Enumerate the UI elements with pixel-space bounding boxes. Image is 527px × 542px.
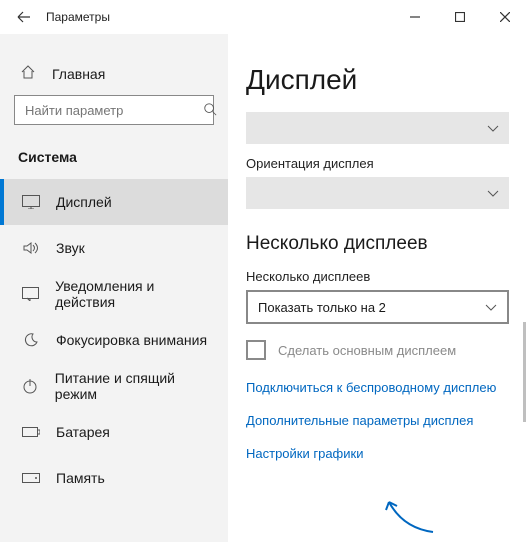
- content-pane: Дисплей Ориентация дисплея Несколько дис…: [228, 34, 527, 542]
- power-icon: [22, 378, 39, 394]
- sidebar: Главная Система Дисплей Звук: [0, 34, 228, 542]
- scrollbar[interactable]: [523, 322, 526, 422]
- chevron-down-icon: [485, 300, 497, 315]
- annotation-arrow: [383, 494, 443, 534]
- search-input[interactable]: [14, 95, 214, 125]
- sidebar-item-label: Звук: [56, 240, 85, 256]
- sidebar-item-power[interactable]: Питание и спящий режим: [0, 363, 228, 409]
- page-heading: Дисплей: [246, 64, 509, 96]
- advanced-display-link[interactable]: Дополнительные параметры дисплея: [246, 413, 509, 428]
- display-icon: [22, 195, 40, 209]
- multi-displays-dropdown[interactable]: Показать только на 2: [246, 290, 509, 324]
- sidebar-item-label: Уведомления и действия: [55, 278, 210, 310]
- make-primary-label: Сделать основным дисплеем: [278, 343, 456, 358]
- battery-icon: [22, 426, 40, 438]
- notifications-icon: [22, 287, 39, 301]
- multi-displays-value: Показать только на 2: [258, 300, 386, 315]
- orientation-dropdown[interactable]: [246, 177, 509, 209]
- multi-displays-heading: Несколько дисплеев: [246, 233, 509, 255]
- window-title: Параметры: [46, 10, 110, 24]
- close-button[interactable]: [482, 2, 527, 32]
- home-icon: [20, 64, 36, 83]
- resolution-dropdown[interactable]: [246, 112, 509, 144]
- category-heading: Система: [0, 141, 228, 179]
- sidebar-item-display[interactable]: Дисплей: [0, 179, 228, 225]
- make-primary-checkbox: Сделать основным дисплеем: [246, 340, 509, 360]
- sidebar-item-label: Память: [56, 470, 105, 486]
- sidebar-item-storage[interactable]: Память: [0, 455, 228, 501]
- chevron-down-icon: [487, 121, 499, 136]
- checkbox-icon: [246, 340, 266, 360]
- sidebar-item-battery[interactable]: Батарея: [0, 409, 228, 455]
- sidebar-item-label: Питание и спящий режим: [55, 370, 210, 402]
- search-field[interactable]: [23, 102, 203, 119]
- wireless-display-link[interactable]: Подключиться к беспроводному дисплею: [246, 380, 509, 395]
- home-link[interactable]: Главная: [0, 58, 228, 95]
- home-label: Главная: [52, 66, 105, 82]
- minimize-button[interactable]: [392, 2, 437, 32]
- sidebar-item-notifications[interactable]: Уведомления и действия: [0, 271, 228, 317]
- sidebar-item-focus[interactable]: Фокусировка внимания: [0, 317, 228, 363]
- search-icon: [203, 102, 217, 119]
- maximize-button[interactable]: [437, 2, 482, 32]
- orientation-label: Ориентация дисплея: [246, 156, 509, 171]
- multi-displays-label: Несколько дисплеев: [246, 269, 509, 284]
- sound-icon: [22, 241, 40, 255]
- back-button[interactable]: [8, 0, 40, 34]
- graphics-settings-link[interactable]: Настройки графики: [246, 446, 509, 461]
- sidebar-item-label: Батарея: [56, 424, 110, 440]
- sidebar-item-label: Фокусировка внимания: [56, 332, 207, 348]
- storage-icon: [22, 473, 40, 483]
- focus-icon: [22, 332, 40, 348]
- chevron-down-icon: [487, 186, 499, 201]
- sidebar-item-label: Дисплей: [56, 194, 112, 210]
- sidebar-item-sound[interactable]: Звук: [0, 225, 228, 271]
